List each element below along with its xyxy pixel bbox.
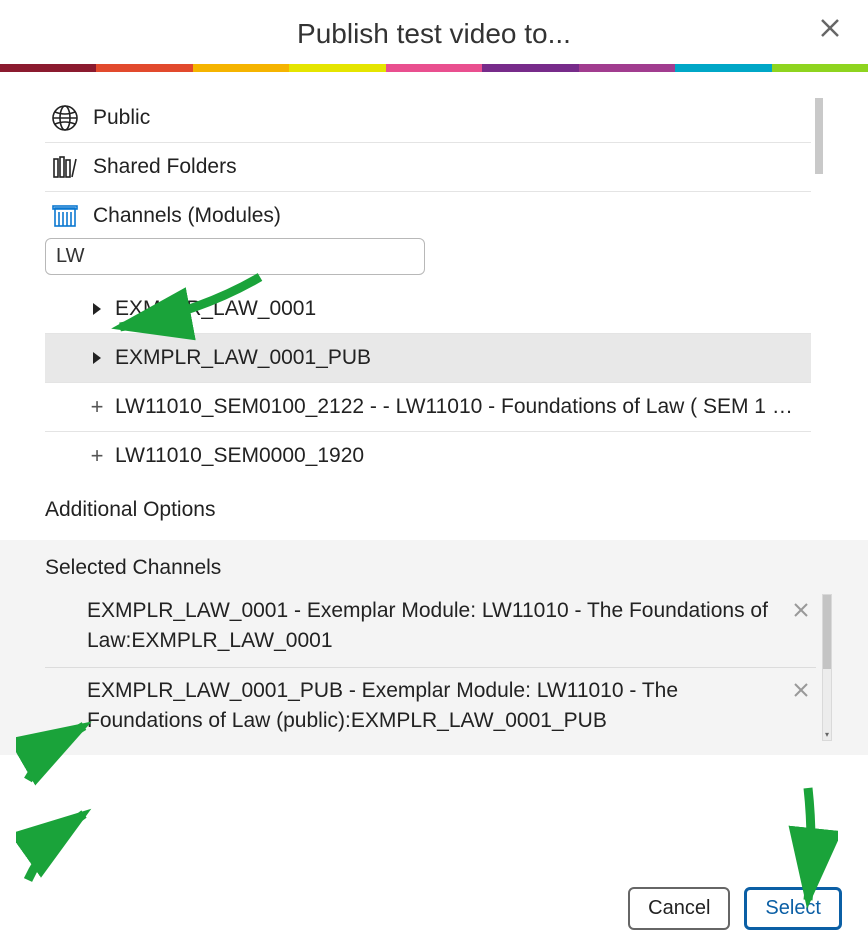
selected-item-label: EXMPLR_LAW_0001_PUB - Exemplar Module: L… <box>87 676 780 737</box>
building-icon <box>49 202 81 230</box>
plus-icon: + <box>89 448 105 464</box>
tree-item-3[interactable]: + LW11010_SEM0000_1920 <box>45 432 811 480</box>
modal-title: Publish test video to... <box>0 18 868 50</box>
cancel-button[interactable]: Cancel <box>628 887 730 930</box>
rainbow-divider <box>0 64 868 72</box>
tree-item-2[interactable]: + LW11010_SEM0100_2122 - - LW11010 - Fou… <box>45 383 811 432</box>
tree-item-label: EXMPLR_LAW_0001_PUB <box>115 346 371 370</box>
selected-item-label: EXMPLR_LAW_0001 - Exemplar Module: LW110… <box>87 596 780 657</box>
selected-channels-title: Selected Channels <box>45 556 832 580</box>
tree-item-label: LW11010_SEM0100_2122 - - LW11010 - Found… <box>115 395 803 419</box>
tree-item-label: LW11010_SEM0000_1920 <box>115 444 364 468</box>
additional-options[interactable]: Additional Options <box>45 480 823 534</box>
tree-item-label: EXMPLR_LAW_0001 <box>115 297 316 321</box>
tree-item-1[interactable]: EXMPLR_LAW_0001_PUB <box>45 334 811 383</box>
plus-icon: + <box>89 399 105 415</box>
folder-channels[interactable]: Channels (Modules) <box>45 192 811 236</box>
library-icon <box>49 153 81 181</box>
chevron-right-icon <box>89 301 105 317</box>
tree-item-0[interactable]: EXMPLR_LAW_0001 <box>45 285 811 334</box>
globe-icon <box>49 104 81 132</box>
modal-footer: Cancel Select <box>0 869 868 952</box>
remove-selected-button[interactable] <box>790 599 812 621</box>
folder-shared-label: Shared Folders <box>93 155 237 179</box>
folder-channels-label: Channels (Modules) <box>93 204 281 228</box>
chevron-right-icon <box>89 350 105 366</box>
select-button[interactable]: Select <box>744 887 842 930</box>
search-wrap <box>45 236 811 281</box>
close-icon <box>793 682 809 698</box>
publish-modal: Publish test video to... Public Shared F… <box>0 0 868 952</box>
channel-tree: EXMPLR_LAW_0001 EXMPLR_LAW_0001_PUB + LW… <box>45 281 811 480</box>
close-icon <box>793 602 809 618</box>
remove-selected-button[interactable] <box>790 679 812 701</box>
folder-public-label: Public <box>93 106 150 130</box>
modal-header: Publish test video to... <box>0 0 868 64</box>
selected-scrollbar[interactable]: ▾ <box>822 594 832 741</box>
search-input[interactable] <box>45 238 425 275</box>
selected-item-1: EXMPLR_LAW_0001_PUB - Exemplar Module: L… <box>45 668 816 747</box>
modal-content: Public Shared Folders Channels (Modules) <box>0 72 868 869</box>
folder-list: Public Shared Folders Channels (Modules) <box>45 94 823 480</box>
selected-item-0: EXMPLR_LAW_0001 - Exemplar Module: LW110… <box>45 588 816 668</box>
close-icon <box>818 16 842 40</box>
selected-channels-list: ▾ EXMPLR_LAW_0001 - Exemplar Module: LW1… <box>45 588 832 747</box>
scrollbar[interactable] <box>815 98 823 174</box>
close-button[interactable] <box>816 14 844 42</box>
folder-public[interactable]: Public <box>45 94 811 143</box>
selected-channels-section: Selected Channels ▾ EXMPLR_LAW_0001 - Ex… <box>0 540 868 755</box>
folder-shared[interactable]: Shared Folders <box>45 143 811 192</box>
